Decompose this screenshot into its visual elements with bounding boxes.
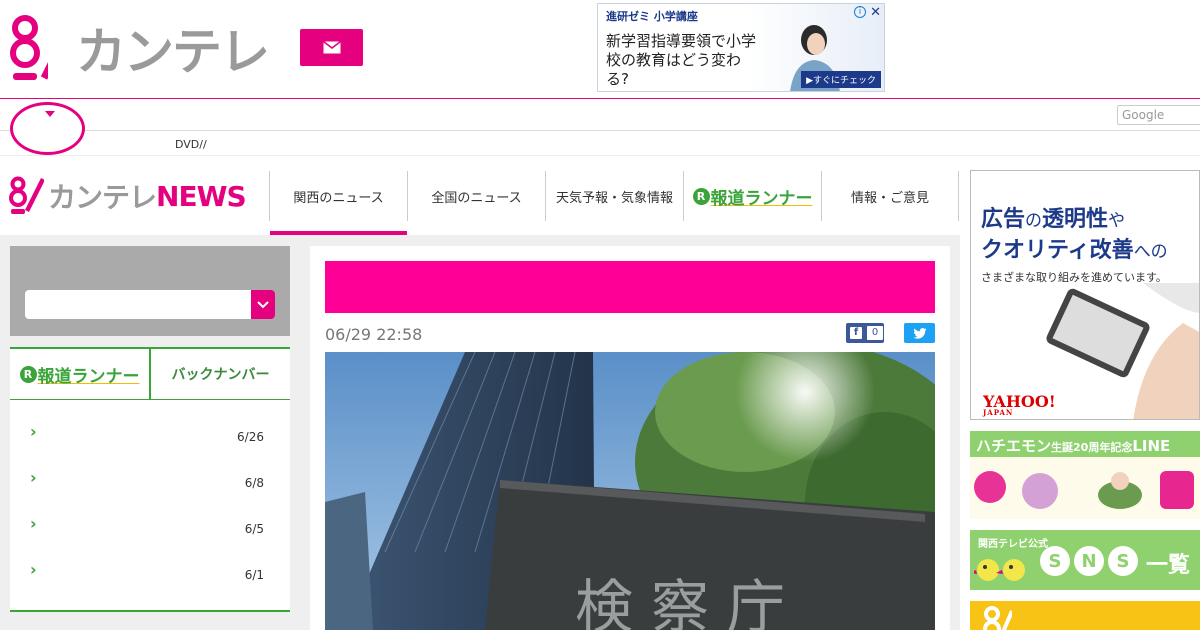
- facebook-count: 0: [867, 326, 883, 340]
- brand-text: カンテレ: [76, 23, 270, 81]
- ad-hachiemon[interactable]: ハチエモン生誕20周年記念LINE: [970, 431, 1200, 519]
- chevron-down-icon: [251, 290, 275, 319]
- sticker-illustrations: [974, 471, 1194, 509]
- ad-yahoo-l1a: 広告: [981, 207, 1026, 232]
- eight-logo-icon: [10, 15, 48, 80]
- ad-body: 新学習指導要領で小学校の教育はどう変わる?: [606, 32, 757, 88]
- tab-kansai-news[interactable]: 関西のニュース: [269, 171, 407, 235]
- ad-kantele-banner[interactable]: [970, 601, 1200, 630]
- kantele-logo[interactable]: カンテレ: [8, 8, 270, 88]
- twitter-share-button[interactable]: [904, 323, 935, 343]
- ad-hachi-title-main: ハチエモン: [976, 437, 1052, 455]
- ad-title: 進研ゼミ 小学講座: [606, 10, 698, 23]
- tab-weather[interactable]: 天気予報・気象情報: [545, 171, 683, 221]
- eight-logo-icon: [9, 176, 44, 214]
- triangle-down-icon: [45, 111, 55, 117]
- sns-letter: S: [1040, 546, 1070, 576]
- ad-hachi-title: ハチエモン生誕20周年記念LINE: [976, 435, 1170, 456]
- tab-label: 天気予報・気象情報: [555, 190, 673, 206]
- ad-close-icon[interactable]: ✕: [870, 5, 881, 20]
- ad-hachi-title-end: LINE: [1132, 437, 1171, 455]
- ad-yahoo-l1d: や: [1108, 211, 1126, 231]
- tab-national-news[interactable]: 全国のニュース: [407, 171, 545, 221]
- chevron-right-icon: ›: [30, 560, 37, 579]
- ad-yahoo-l1b: の: [1025, 211, 1043, 231]
- sns-bubbles: S N S: [1040, 546, 1138, 576]
- tab-houdou-runner[interactable]: R 報道ランナー: [683, 171, 821, 221]
- ad-hachi-stickers: [970, 457, 1200, 519]
- right-column: 広告の透明性や クオリティ改善への さまざまな取り組みを進めています。 YAHO…: [970, 170, 1200, 630]
- tablet-hand-image: [1046, 283, 1199, 419]
- tab-info-feedback[interactable]: 情報・ご意見: [821, 171, 959, 221]
- news-photo: 検察庁: [325, 352, 935, 630]
- menu-toggle-button[interactable]: [10, 102, 85, 155]
- ad-banner-top[interactable]: 進研ゼミ 小学講座 新学習指導要領で小学校の教育はどう変わる? i ✕ ▶すぐに…: [597, 3, 885, 92]
- facebook-share-button[interactable]: f 0: [846, 323, 884, 343]
- ad-yahoo-l1c: 透明性: [1042, 207, 1109, 232]
- twitter-icon: [912, 327, 927, 339]
- ad-hachi-title-sm: 生誕20周年記念: [1051, 441, 1133, 454]
- yahoo-logo: YAHOO! JAPAN: [983, 392, 1056, 417]
- nav-tabs: 関西のニュース 全国のニュース 天気予報・気象情報 R 報道ランナー 情報・ご意…: [269, 171, 959, 235]
- runner-tab-logo[interactable]: R 報道ランナー: [10, 349, 149, 399]
- houdou-runner-logo: R 報道ランナー: [692, 184, 813, 209]
- item-date: 6/26: [237, 430, 264, 444]
- chevron-right-icon: ›: [30, 422, 37, 441]
- tab-label: 全国のニュース: [431, 190, 522, 206]
- ad-sns-list[interactable]: 関西テレビ公式 S N S 一覧: [970, 530, 1200, 590]
- headline-bar: [325, 261, 935, 313]
- facebook-icon: f: [850, 327, 862, 339]
- page: カンテレ 進研ゼミ 小学講座 新学習指導要領で小学校の教育はどう変わる? i ✕…: [0, 0, 1200, 630]
- item-date: 6/1: [244, 568, 264, 582]
- runner-panel: R 報道ランナー バックナンバー › 6/26 › 6/8 › 6/5 › 6/…: [10, 347, 290, 612]
- left-column: R 報道ランナー バックナンバー › 6/26 › 6/8 › 6/5 › 6/…: [10, 246, 290, 612]
- runner-tab-backnumber[interactable]: バックナンバー: [149, 349, 290, 399]
- kantele-news-logo[interactable]: カンテレ NEWS: [8, 175, 247, 217]
- item-date: 6/8: [244, 476, 264, 490]
- eight-logo-icon: [983, 606, 1012, 630]
- list-item[interactable]: › 6/8: [10, 460, 290, 506]
- tab-label: 関西のニュース: [293, 190, 384, 206]
- ad-sns-suffix: 一覧: [1146, 553, 1191, 578]
- ad-yahoo-l2b: への: [1133, 242, 1168, 262]
- news-logo-text: カンテレ: [48, 181, 157, 214]
- dvd-link[interactable]: DVD//: [175, 138, 207, 151]
- list-item[interactable]: › 6/5: [10, 506, 290, 552]
- category-select[interactable]: [25, 290, 275, 319]
- runner-list: › 6/26 › 6/8 › 6/5 › 6/1: [10, 400, 290, 610]
- ad-yahoo-l2a: クオリティ改善: [981, 238, 1134, 263]
- backnumber-label: バックナンバー: [171, 367, 270, 383]
- ad-yahoo-headline: 広告の透明性や クオリティ改善への: [981, 205, 1168, 267]
- bird-icons: [974, 559, 1025, 581]
- photo-sign-text: 検察庁: [575, 573, 803, 630]
- item-date: 6/5: [244, 522, 264, 536]
- sub-bar: [0, 100, 1200, 131]
- top-header: カンテレ 進研ゼミ 小学講座 新学習指導要領で小学校の教育はどう変わる? i ✕…: [0, 0, 1200, 99]
- ad-sns-small: 関西テレビ公式: [978, 539, 1048, 550]
- ad-yahoo[interactable]: 広告の透明性や クオリティ改善への さまざまな取り組みを進めています。 YAHO…: [970, 170, 1200, 420]
- news-logo-news: NEWS: [156, 179, 247, 213]
- mail-icon: [322, 41, 341, 54]
- runner-r-icon: R: [19, 365, 37, 383]
- category-select-panel: [10, 246, 290, 336]
- mail-button[interactable]: [300, 29, 363, 66]
- list-item[interactable]: › 6/1: [10, 552, 290, 598]
- runner-logo-text: 報道ランナー: [710, 188, 813, 209]
- houdou-runner-logo: R 報道ランナー: [19, 362, 140, 387]
- article-panel: 06/29 22:58 f 0 検察庁: [310, 246, 950, 630]
- chevron-right-icon: ›: [30, 468, 37, 487]
- ad-info-icon[interactable]: i: [854, 6, 866, 18]
- runner-logo-text: 報道ランナー: [37, 366, 140, 387]
- chevron-right-icon: ›: [30, 514, 37, 533]
- tab-label: 情報・ご意見: [850, 190, 929, 206]
- runner-r-icon: R: [692, 187, 710, 205]
- runner-tabs: R 報道ランナー バックナンバー: [10, 349, 290, 400]
- list-item[interactable]: › 6/26: [10, 414, 290, 460]
- sns-letter: N: [1074, 546, 1104, 576]
- google-search-input[interactable]: Google: [1117, 105, 1200, 125]
- article-timestamp: 06/29 22:58: [325, 325, 423, 344]
- ad-cta[interactable]: ▶すぐにチェック: [801, 71, 881, 88]
- sns-letter: S: [1108, 546, 1138, 576]
